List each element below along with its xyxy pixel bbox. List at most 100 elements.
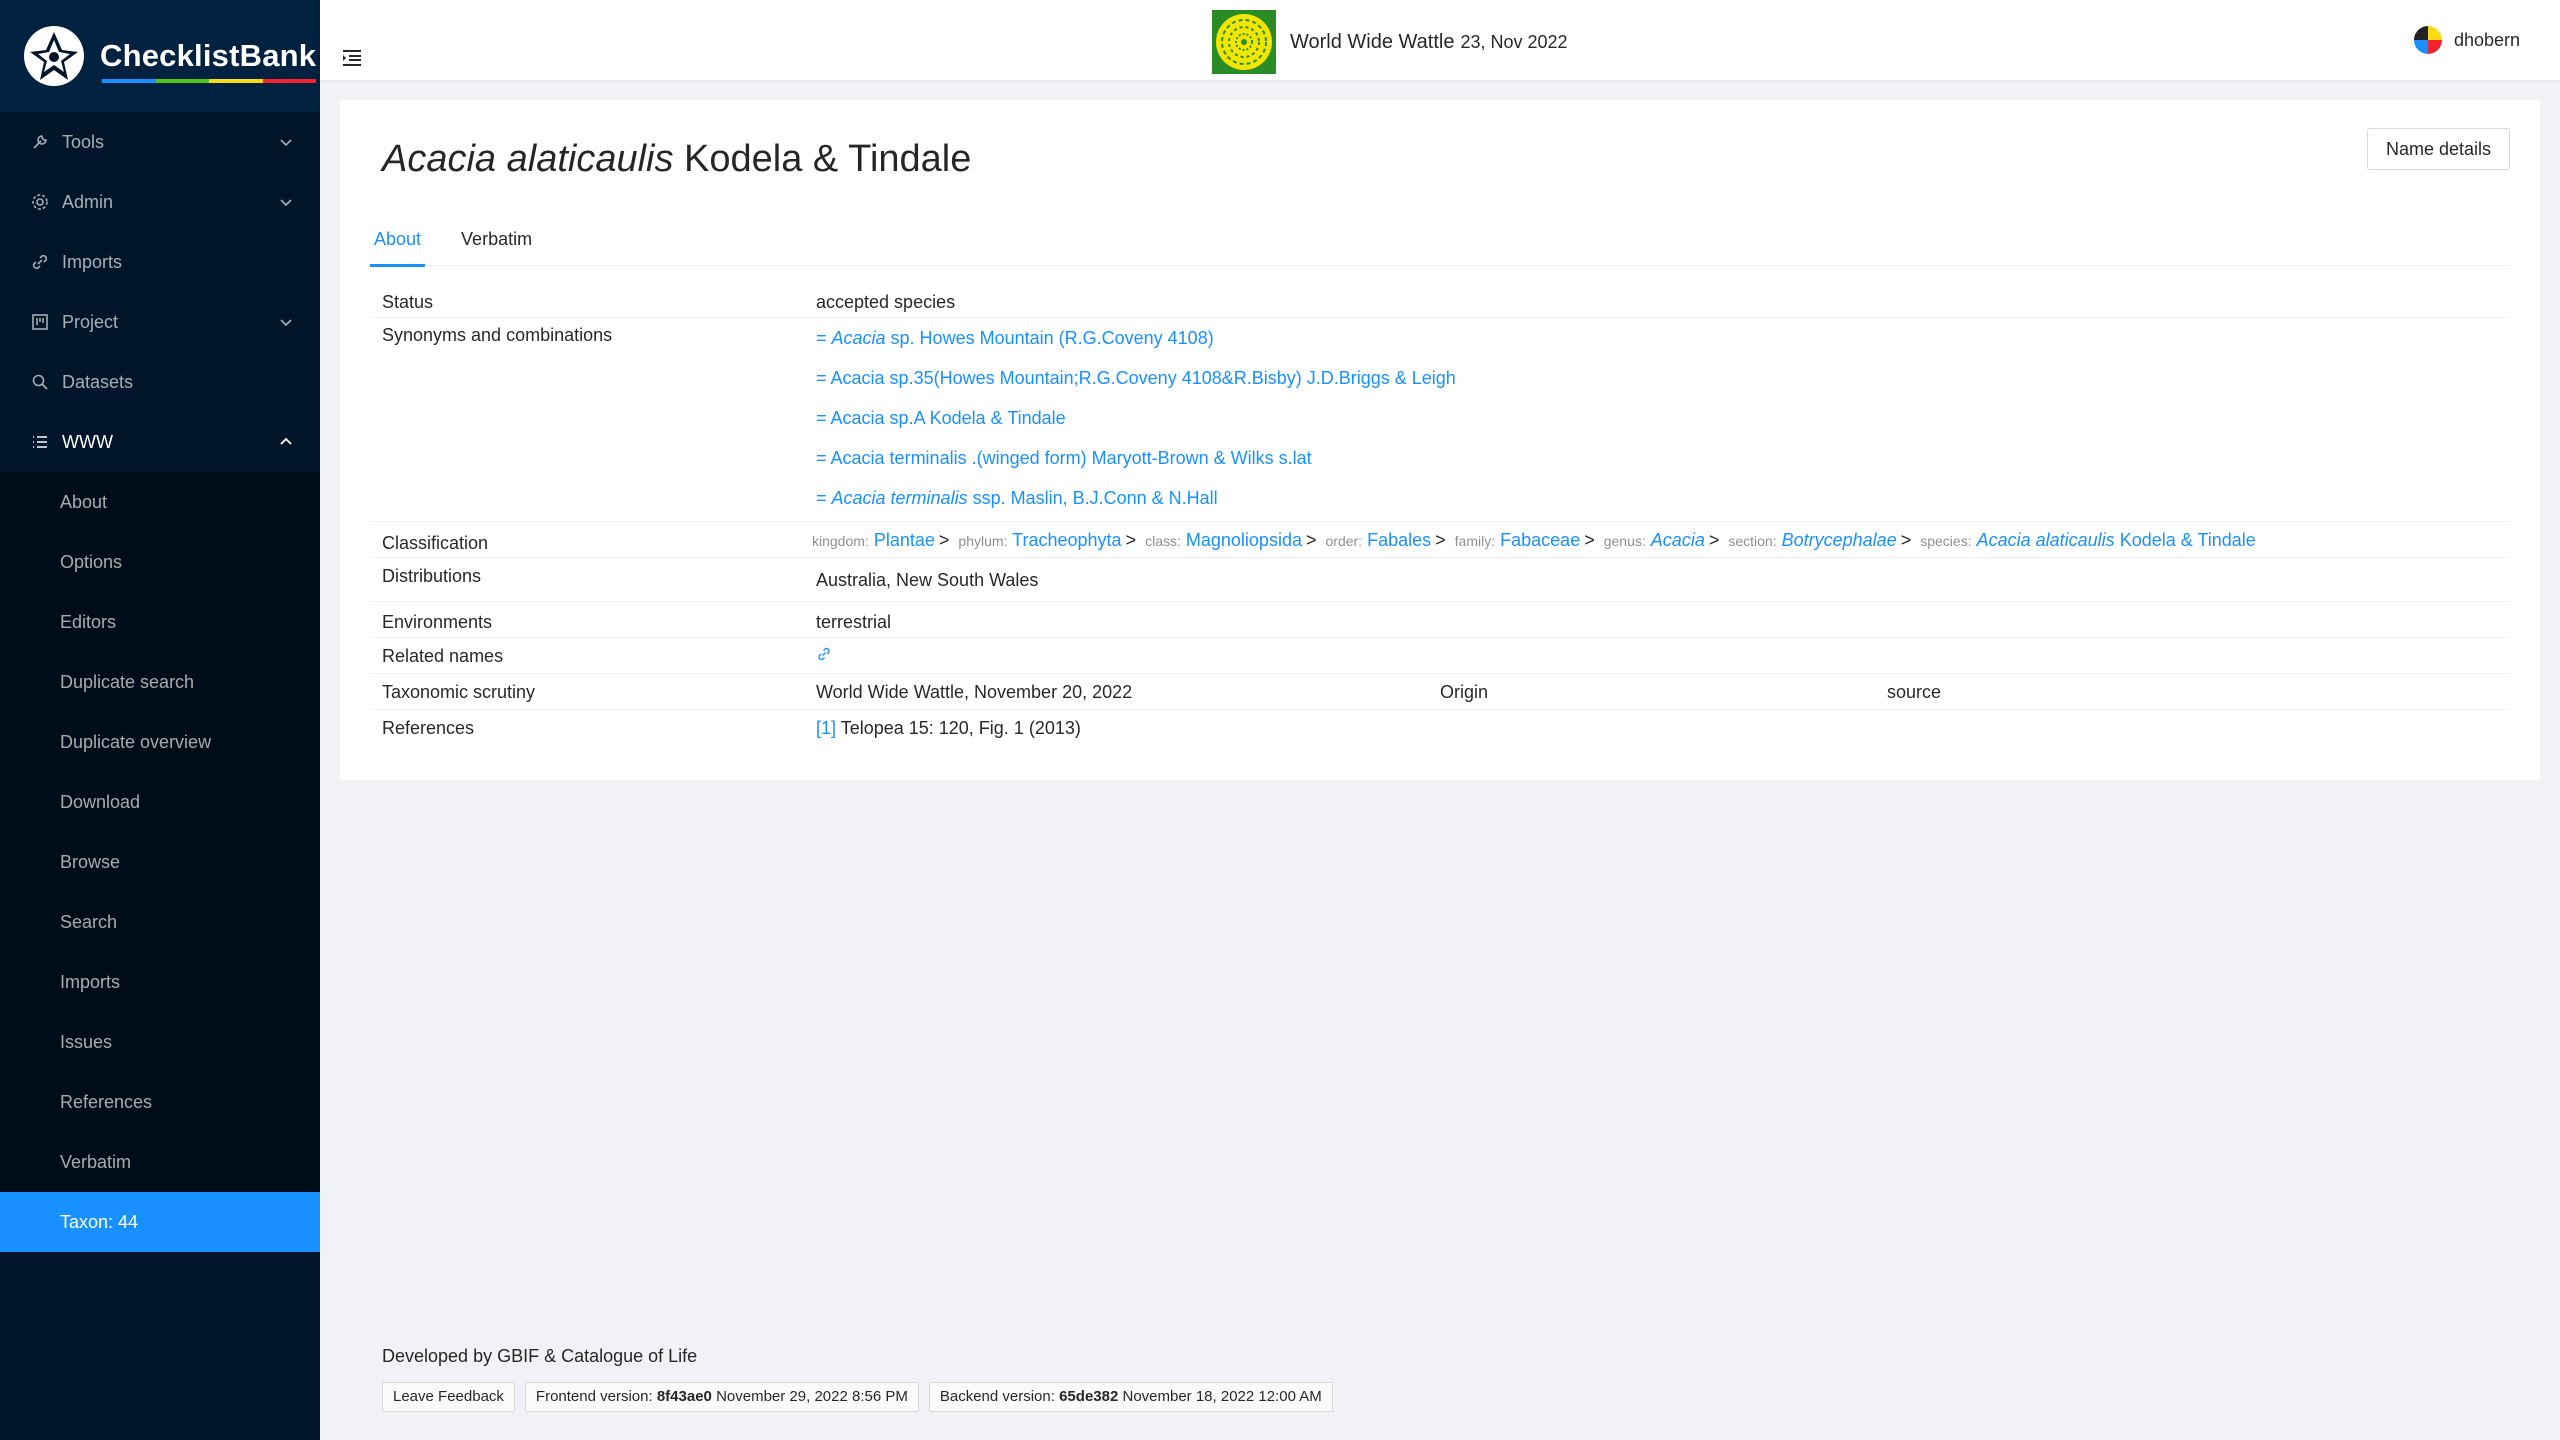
- app-logo[interactable]: ChecklistBank: [0, 0, 320, 112]
- classification-link[interactable]: Tracheophyta: [1012, 530, 1121, 550]
- scrutiny-value: World Wide Wattle, November 20, 2022 Ori…: [816, 674, 2510, 709]
- status-row: Status accepted species: [370, 282, 2510, 318]
- distributions-label: Distributions: [382, 566, 482, 586]
- taxon-card: Acacia alaticaulis Kodela & Tindale Name…: [340, 100, 2540, 780]
- sidebar-item-download[interactable]: Download: [0, 772, 320, 832]
- classification-link[interactable]: Magnoliopsida: [1186, 530, 1302, 550]
- sidebar-item-www[interactable]: WWW: [0, 412, 320, 472]
- reference-text: Telopea 15: 120, Fig. 1 (2013): [836, 718, 1081, 738]
- sidebar-item-label: Issues: [60, 1031, 113, 1052]
- related-names-row: Related names: [370, 638, 2510, 674]
- sidebar-item-duplicate-search[interactable]: Duplicate search: [0, 652, 320, 712]
- synonym-link[interactable]: = Acacia sp.A Kodela & Tindale: [816, 398, 2510, 438]
- reference-index-link[interactable]: [1]: [816, 718, 836, 738]
- synonym-link[interactable]: = Acacia sp.35(Howes Mountain;R.G.Coveny…: [816, 358, 2510, 398]
- sidebar-item-label: Datasets: [62, 371, 134, 392]
- chevron-down-icon: [280, 319, 292, 327]
- sidebar-item-label: Imports: [62, 251, 123, 272]
- synonyms-row: Synonyms and combinations = Acacia sp. H…: [370, 318, 2510, 522]
- taxon-authorship: Kodela & Tindale: [684, 138, 972, 180]
- chevron-down-icon: [280, 139, 292, 147]
- references-label: References: [382, 718, 475, 738]
- related-names-value: [816, 638, 2510, 673]
- sidebar-item-admin[interactable]: Admin: [0, 172, 320, 232]
- dataset-title: World Wide Wattle: [1290, 30, 1455, 53]
- sidebar-item-editors[interactable]: Editors: [0, 592, 320, 652]
- sidebar-item-label: Admin: [62, 191, 114, 212]
- search-icon: [30, 372, 50, 392]
- sidebar-item-label: References: [60, 1091, 153, 1112]
- sidebar-item-project[interactable]: Project: [0, 292, 320, 352]
- sidebar-item-label: WWW: [62, 431, 113, 452]
- sidebar-item-label: Options: [60, 551, 123, 572]
- frontend-version-tag: Frontend version: 8f43ae0 November 29, 2…: [524, 1382, 919, 1412]
- environments-row: Environments terrestrial: [370, 602, 2510, 638]
- classification-link[interactable]: Acacia: [1651, 530, 1705, 550]
- references-row: References [1] Telopea 15: 120, Fig. 1 (…: [370, 710, 2510, 746]
- origin-label: Origin: [1440, 682, 1489, 702]
- tab-bar: About Verbatim: [370, 222, 2510, 267]
- leave-feedback-button[interactable]: Leave Feedback: [382, 1382, 515, 1412]
- sidebar-item-options[interactable]: Options: [0, 532, 320, 592]
- page-title: Acacia alaticaulis Kodela & Tindale: [382, 138, 971, 181]
- taxon-details: Status accepted species Synonyms and com…: [370, 282, 2510, 746]
- chevron-down-icon: [280, 199, 292, 207]
- www-submenu: About Options Editors Duplicate search D…: [0, 472, 320, 1252]
- sidebar-item-datasets[interactable]: Datasets: [0, 352, 320, 412]
- user-menu[interactable]: dhobern: [2412, 24, 2520, 56]
- wrench-icon: [30, 132, 50, 152]
- sidebar-item-verbatim[interactable]: Verbatim: [0, 1132, 320, 1192]
- sidebar-item-imports[interactable]: Imports: [0, 232, 320, 292]
- name-details-button[interactable]: Name details: [2366, 128, 2510, 170]
- sidebar: ChecklistBank Tools Admin Imports Projec…: [0, 0, 320, 1440]
- sidebar-item-about[interactable]: About: [0, 472, 320, 532]
- sidebar-item-label: Imports: [60, 971, 121, 992]
- environments-label: Environments: [382, 612, 493, 632]
- sidebar-item-imports-sub[interactable]: Imports: [0, 952, 320, 1012]
- sidebar-item-label: Project: [62, 311, 119, 332]
- synonyms-label: Synonyms and combinations: [382, 325, 613, 345]
- tab-verbatim[interactable]: Verbatim: [457, 222, 536, 266]
- sidebar-item-duplicate-overview[interactable]: Duplicate overview: [0, 712, 320, 772]
- synonyms-list: = Acacia sp. Howes Mountain (R.G.Coveny …: [816, 318, 2510, 521]
- classification-link[interactable]: Fabaceae: [1500, 530, 1580, 550]
- sidebar-item-label: Browse: [60, 851, 121, 872]
- dataset-header[interactable]: World Wide Wattle 23, Nov 2022: [1212, 10, 1568, 74]
- top-header: World Wide Wattle 23, Nov 2022 dhobern: [320, 0, 2560, 80]
- gear-icon: [30, 192, 50, 212]
- dataset-logo: [1212, 10, 1276, 74]
- sidebar-item-browse[interactable]: Browse: [0, 832, 320, 892]
- classification-link[interactable]: Fabales: [1367, 530, 1431, 550]
- tab-about[interactable]: About: [370, 222, 426, 267]
- synonym-link[interactable]: = Acacia sp. Howes Mountain (R.G.Coveny …: [816, 318, 2510, 358]
- origin-value: source: [1887, 682, 1942, 702]
- sidebar-item-label: Verbatim: [60, 1151, 132, 1172]
- sidebar-item-label: Duplicate search: [60, 671, 195, 692]
- references-value: [1] Telopea 15: 120, Fig. 1 (2013): [816, 710, 2510, 746]
- sidebar-item-label: Search: [60, 911, 118, 932]
- classification-breadcrumb: kingdom: Plantae > phylum: Tracheophyta > …: [812, 530, 2256, 550]
- synonym-link[interactable]: = Acacia terminalis .(winged form) Maryo…: [816, 438, 2510, 478]
- classification-link[interactable]: Botrycephalae: [1782, 530, 1897, 550]
- related-names-label: Related names: [382, 646, 504, 666]
- sidebar-item-tools[interactable]: Tools: [0, 112, 320, 172]
- chevron-up-icon: [280, 437, 292, 445]
- avatar: [2413, 26, 2442, 54]
- sidebar-item-taxon[interactable]: Taxon: 44: [0, 1192, 320, 1252]
- environments-value: terrestrial: [816, 612, 892, 632]
- list-icon: [30, 432, 50, 452]
- classification-row: Classification kingdom: Plantae > phylum:…: [370, 522, 2510, 558]
- link-icon[interactable]: [816, 646, 832, 662]
- sidebar-item-label: Taxon: 44: [60, 1211, 139, 1232]
- scrutiny-text: World Wide Wattle, November 20, 2022: [816, 682, 1133, 702]
- classification-link[interactable]: Plantae: [874, 530, 935, 550]
- sidebar-item-label: Duplicate overview: [60, 731, 212, 752]
- menu-fold-icon[interactable]: [340, 46, 364, 70]
- backend-version-tag: Backend version: 65de382 November 18, 20…: [928, 1382, 1333, 1412]
- sidebar-item-references[interactable]: References: [0, 1072, 320, 1132]
- app-name: ChecklistBank: [100, 38, 317, 83]
- synonym-link[interactable]: = Acacia terminalis ssp. Maslin, B.J.Con…: [816, 478, 2510, 518]
- sidebar-item-search[interactable]: Search: [0, 892, 320, 952]
- classification-link[interactable]: Acacia alaticaulis Kodela & Tindale: [1977, 530, 2256, 550]
- sidebar-item-issues[interactable]: Issues: [0, 1012, 320, 1072]
